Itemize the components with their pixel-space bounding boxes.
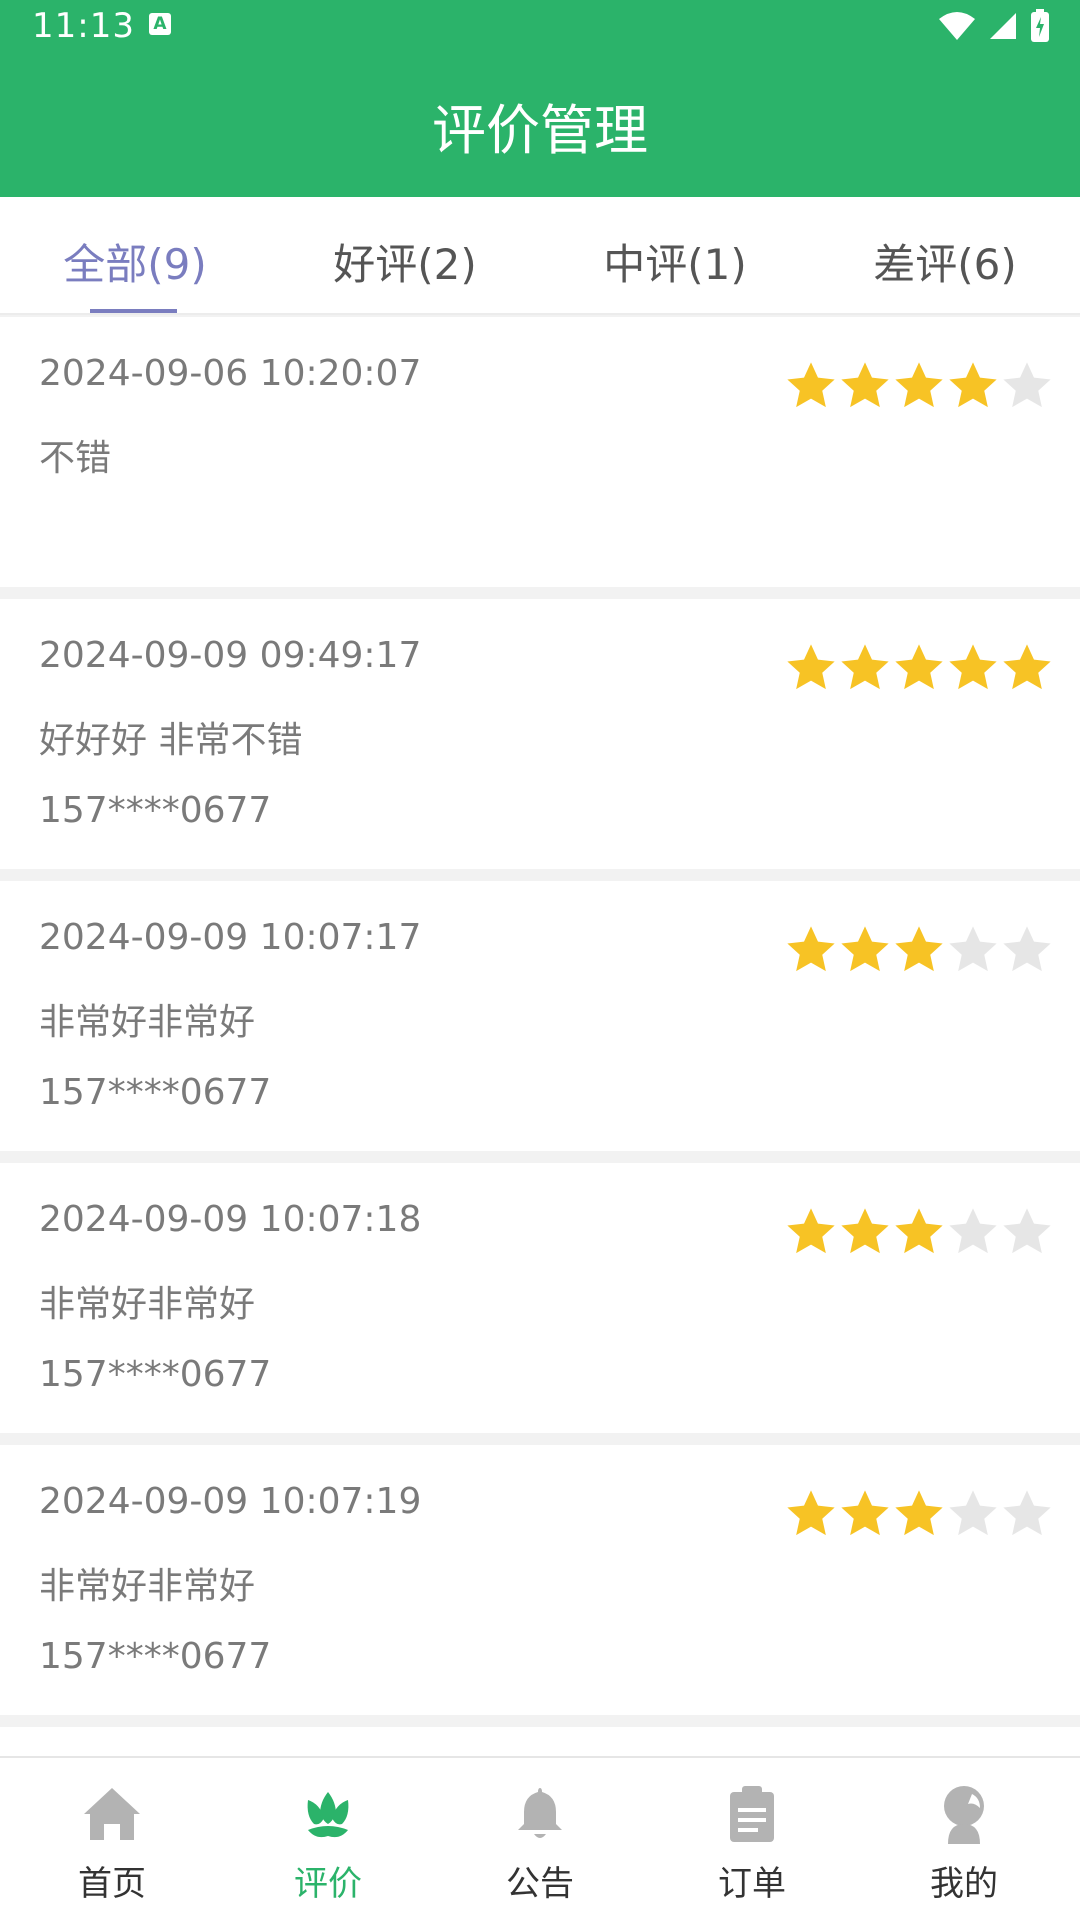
star-empty-icon <box>1003 1208 1051 1254</box>
star-filled-icon <box>787 926 835 972</box>
filter-tabs: 全部(9) 好评(2) 中评(1) 差评(6) <box>0 197 1080 315</box>
user-icon <box>944 1786 984 1844</box>
review-time: 2024-09-09 10:07:19 <box>39 1481 422 1522</box>
flower-icon <box>307 1792 349 1838</box>
star-filled-icon <box>895 644 943 690</box>
star-filled-icon <box>787 644 835 690</box>
nav-label: 首页 <box>78 1864 146 1904</box>
clipboard-icon <box>730 1786 774 1842</box>
review-card[interactable]: 2024-09-06 10:20:07 不错 <box>0 317 1080 587</box>
star-filled-icon <box>841 1208 889 1254</box>
nav-reviews[interactable]: 评价 <box>220 1758 436 1920</box>
review-time: 2024-09-06 10:20:07 <box>39 353 422 394</box>
wifi-icon <box>939 12 975 40</box>
star-filled-icon <box>895 1208 943 1254</box>
review-card[interactable]: 2024-09-09 10:07:17 非常好非常好 157****0677 <box>0 881 1080 1151</box>
star-filled-icon <box>787 362 835 408</box>
bell-icon <box>518 1788 562 1838</box>
star-filled-icon <box>841 644 889 690</box>
battery-icon <box>1031 9 1049 42</box>
review-card[interactable]: 2024-09-09 09:49:17 好好好 非常不错 157****0677 <box>0 599 1080 869</box>
review-content: 好好好 非常不错 <box>39 720 303 761</box>
review-content: 非常好非常好 <box>39 1002 256 1043</box>
star-empty-icon <box>949 1490 997 1536</box>
tab-active-indicator <box>90 309 177 313</box>
review-rating <box>784 359 1054 413</box>
bottom-navigation: 首页 评价 公告 订单 我的 <box>0 1756 1080 1920</box>
review-time: 2024-09-09 09:49:17 <box>39 635 422 676</box>
page-title: 评价管理 <box>432 99 648 162</box>
status-icons <box>938 8 1050 44</box>
app-root: 11:13 A 评价管理 全部(9) 好评(2) 中评(1) 差评(6) 202… <box>0 0 1080 1920</box>
star-filled-icon <box>841 926 889 972</box>
review-content: 非常好非常好 <box>39 1284 256 1325</box>
star-filled-icon <box>787 1490 835 1536</box>
status-bar: 11:13 A <box>0 0 1080 52</box>
star-empty-icon <box>1003 1490 1051 1536</box>
star-filled-icon <box>895 1490 943 1536</box>
review-phone: 157****0677 <box>39 790 272 831</box>
nav-orders[interactable]: 订单 <box>644 1758 860 1920</box>
signal-icon <box>990 13 1016 39</box>
review-rating <box>784 641 1054 695</box>
tab-positive[interactable]: 好评(2) <box>270 231 540 292</box>
star-empty-icon <box>1003 362 1051 408</box>
star-filled-icon <box>949 362 997 408</box>
star-filled-icon <box>949 644 997 690</box>
star-filled-icon <box>1003 644 1051 690</box>
star-filled-icon <box>787 1208 835 1254</box>
nav-label: 评价 <box>294 1864 362 1904</box>
review-time: 2024-09-09 10:07:17 <box>39 917 422 958</box>
app-header: 11:13 A 评价管理 <box>0 0 1080 197</box>
nav-label: 我的 <box>930 1864 998 1904</box>
star-filled-icon <box>895 926 943 972</box>
tab-neutral[interactable]: 中评(1) <box>540 231 810 292</box>
review-rating <box>784 1205 1054 1259</box>
review-card[interactable]: 2024-09-09 10:07:18 非常好非常好 157****0677 <box>0 1163 1080 1433</box>
nav-home[interactable]: 首页 <box>4 1758 220 1920</box>
notification-a-icon: A <box>149 13 171 35</box>
tab-negative[interactable]: 差评(6) <box>810 231 1080 292</box>
review-card[interactable]: 2024-09-09 10:07:19 非常好非常好 157****0677 <box>0 1445 1080 1715</box>
tab-all[interactable]: 全部(9) <box>0 231 270 292</box>
nav-notices[interactable]: 公告 <box>432 1758 648 1920</box>
star-empty-icon <box>949 926 997 972</box>
review-phone: 157****0677 <box>39 1072 272 1113</box>
nav-profile[interactable]: 我的 <box>856 1758 1072 1920</box>
review-card-partial <box>0 1727 1080 1757</box>
review-phone: 157****0677 <box>39 1636 272 1677</box>
star-filled-icon <box>841 1490 889 1536</box>
review-rating <box>784 1487 1054 1541</box>
star-filled-icon <box>841 362 889 408</box>
review-content: 非常好非常好 <box>39 1566 256 1607</box>
review-rating <box>784 923 1054 977</box>
star-empty-icon <box>1003 926 1051 972</box>
nav-label: 订单 <box>718 1864 786 1904</box>
star-empty-icon <box>949 1208 997 1254</box>
review-content: 不错 <box>39 438 112 479</box>
home-icon <box>84 1788 140 1840</box>
star-filled-icon <box>895 362 943 408</box>
status-time: 11:13 <box>32 6 135 46</box>
review-phone: 157****0677 <box>39 1354 272 1395</box>
review-time: 2024-09-09 10:07:18 <box>39 1199 422 1240</box>
nav-label: 公告 <box>506 1864 574 1904</box>
